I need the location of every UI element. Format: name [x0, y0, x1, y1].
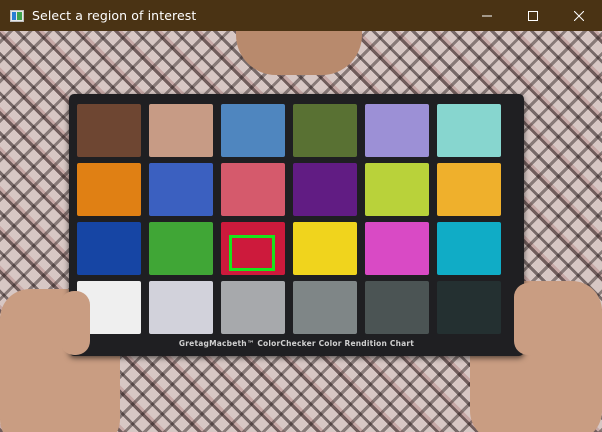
color-patch	[149, 222, 213, 275]
color-patch	[77, 222, 141, 275]
color-patch	[437, 222, 501, 275]
person-chin	[236, 31, 362, 75]
color-patch	[149, 104, 213, 157]
color-patch	[77, 163, 141, 216]
close-button[interactable]	[556, 0, 602, 31]
title-bar[interactable]: Select a region of interest	[0, 0, 602, 31]
close-icon	[574, 10, 584, 21]
color-patch	[149, 281, 213, 334]
roi-window: Select a region of interest GretagMacbet…	[0, 0, 602, 432]
color-patch	[293, 104, 357, 157]
window-controls	[464, 0, 602, 31]
color-patch	[365, 163, 429, 216]
color-patch	[437, 104, 501, 157]
chart-caption: GretagMacbeth™ ColorChecker Color Rendit…	[178, 339, 415, 348]
maximize-button[interactable]	[510, 0, 556, 31]
color-patch	[437, 163, 501, 216]
color-patch	[293, 222, 357, 275]
color-patch	[293, 163, 357, 216]
color-patch	[149, 163, 213, 216]
color-checker-chart: GretagMacbeth™ ColorChecker Color Rendit…	[69, 94, 524, 356]
color-patch	[437, 281, 501, 334]
color-patch	[221, 163, 285, 216]
roi-selection-box[interactable]	[229, 235, 275, 271]
color-patch	[77, 104, 141, 157]
right-thumb	[514, 283, 544, 355]
minimize-button[interactable]	[464, 0, 510, 31]
color-patch	[365, 104, 429, 157]
maximize-icon	[528, 10, 538, 21]
color-patch	[365, 281, 429, 334]
color-patch-grid	[77, 104, 501, 334]
color-patch	[365, 222, 429, 275]
color-patch	[221, 281, 285, 334]
app-icon	[10, 9, 24, 22]
window-title: Select a region of interest	[32, 8, 197, 23]
color-patch	[221, 104, 285, 157]
color-patch	[293, 281, 357, 334]
minimize-icon	[482, 15, 492, 16]
image-canvas[interactable]: GretagMacbeth™ ColorChecker Color Rendit…	[0, 31, 602, 432]
left-thumb	[60, 291, 90, 355]
